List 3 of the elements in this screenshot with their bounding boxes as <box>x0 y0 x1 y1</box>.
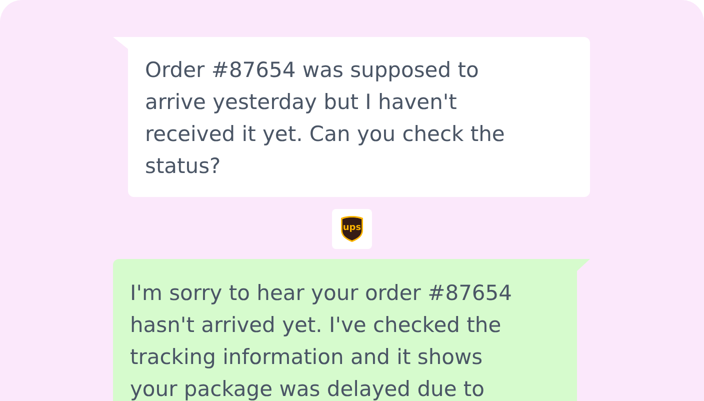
message-text: I'm sorry to hear your order #87654 hasn't arrived yet. I've checked the tracking information and it shows your package was delayed due to <box>130 281 512 401</box>
message-text: Order #87654 was supposed to arrive yesterday but I haven't received it yet. Can you check the status? <box>145 58 505 178</box>
carrier-logo: ups <box>332 209 372 249</box>
